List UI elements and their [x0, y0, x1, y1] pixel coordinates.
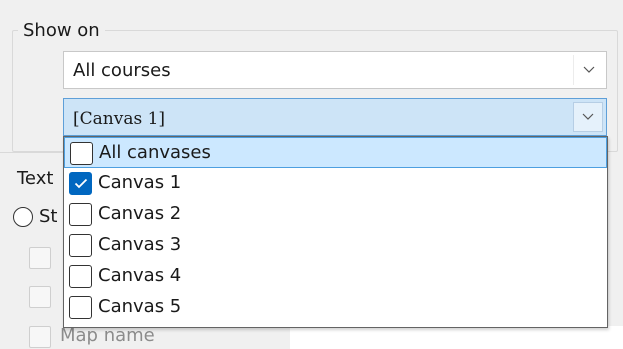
list-item-label: All canvases: [99, 142, 211, 163]
checkbox[interactable]: [69, 234, 92, 257]
canvas-select[interactable]: [Canvas 1]: [63, 98, 607, 136]
course-select-value: All courses: [73, 60, 171, 81]
map-name-checkbox[interactable]: [29, 326, 51, 348]
show-on-title: Show on: [18, 20, 105, 42]
list-item-canvas-2[interactable]: Canvas 2: [64, 199, 607, 230]
list-item-label: Canvas 3: [98, 234, 182, 255]
list-item-label: Canvas 2: [98, 203, 182, 224]
canvas-select-value: [Canvas 1]: [73, 109, 166, 129]
checkbox[interactable]: [70, 142, 93, 165]
chevron-down-icon[interactable]: [573, 55, 603, 85]
map-name-label: Map name: [60, 325, 155, 346]
section-divider: [0, 152, 70, 153]
checkbox[interactable]: [69, 265, 92, 288]
checkbox-checked[interactable]: [69, 172, 92, 195]
list-item-canvas-1[interactable]: Canvas 1: [64, 168, 607, 199]
list-item-canvas-4[interactable]: Canvas 4: [64, 261, 607, 292]
list-item-label: Canvas 4: [98, 265, 182, 286]
text-style-radio-label: St: [39, 206, 58, 227]
checkbox[interactable]: [69, 203, 92, 226]
text-option-checkbox[interactable]: [29, 247, 51, 269]
course-select[interactable]: All courses: [63, 51, 607, 89]
list-item-canvas-3[interactable]: Canvas 3: [64, 230, 607, 261]
checkmark-icon: [74, 178, 87, 189]
checkbox[interactable]: [69, 296, 92, 319]
text-section-title: Text: [17, 168, 54, 189]
canvas-dropdown-list: All canvases Canvas 1 Canvas 2 Canvas 3 …: [63, 136, 608, 328]
list-item-canvas-5[interactable]: Canvas 5: [64, 292, 607, 323]
preview-panel: [290, 326, 623, 349]
chevron-down-icon[interactable]: [573, 102, 603, 132]
list-item-all-canvases[interactable]: All canvases: [64, 137, 607, 168]
text-style-radio[interactable]: [13, 207, 33, 227]
list-item-label: Canvas 1: [98, 172, 182, 193]
text-option-checkbox[interactable]: [29, 286, 51, 308]
list-item-label: Canvas 5: [98, 296, 182, 317]
